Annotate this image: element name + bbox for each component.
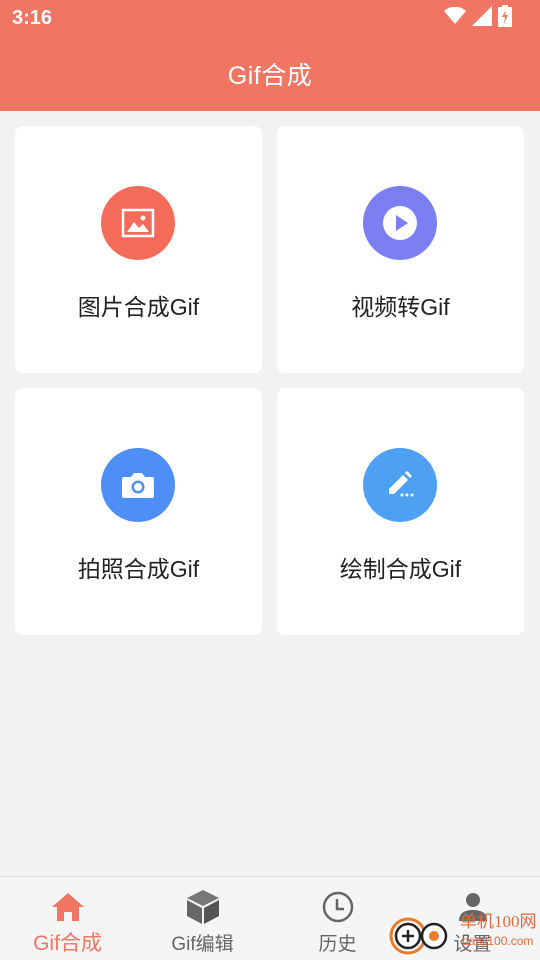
- nav-label: Gif编辑: [171, 934, 234, 955]
- camera-icon: [101, 448, 175, 522]
- clock-icon: [320, 890, 356, 924]
- nav-item-gif-edit[interactable]: Gif编辑: [135, 877, 270, 960]
- nav-item-history[interactable]: 历史: [270, 877, 405, 960]
- pencil-icon: [363, 448, 437, 522]
- watermark-url: danji100.com: [462, 934, 534, 948]
- card-video-to-gif[interactable]: 视频转Gif: [277, 126, 524, 373]
- card-label: 绘制合成Gif: [339, 556, 462, 582]
- card-label: 视频转Gif: [351, 294, 450, 320]
- card-label: 拍照合成Gif: [77, 556, 200, 582]
- nav-label: Gif合成: [33, 932, 102, 955]
- home-icon: [50, 890, 86, 924]
- watermark-logo-icon: [388, 916, 454, 960]
- feature-grid: 图片合成Gif 视频转Gif 拍照合成Gif 绘制合成Gif: [0, 0, 540, 960]
- card-label: 图片合成Gif: [77, 294, 200, 320]
- cube-icon: [185, 890, 221, 924]
- nav-label: 历史: [318, 934, 357, 955]
- card-image-to-gif[interactable]: 图片合成Gif: [15, 126, 262, 373]
- watermark-text: 单机100网: [460, 912, 537, 931]
- nav-item-gif-compose[interactable]: Gif合成: [0, 877, 135, 960]
- play-icon: [363, 186, 437, 260]
- image-icon: [101, 186, 175, 260]
- watermark: 单机100网 danji100.com: [388, 912, 538, 958]
- card-photo-to-gif[interactable]: 拍照合成Gif: [15, 388, 262, 635]
- card-draw-to-gif[interactable]: 绘制合成Gif: [277, 388, 524, 635]
